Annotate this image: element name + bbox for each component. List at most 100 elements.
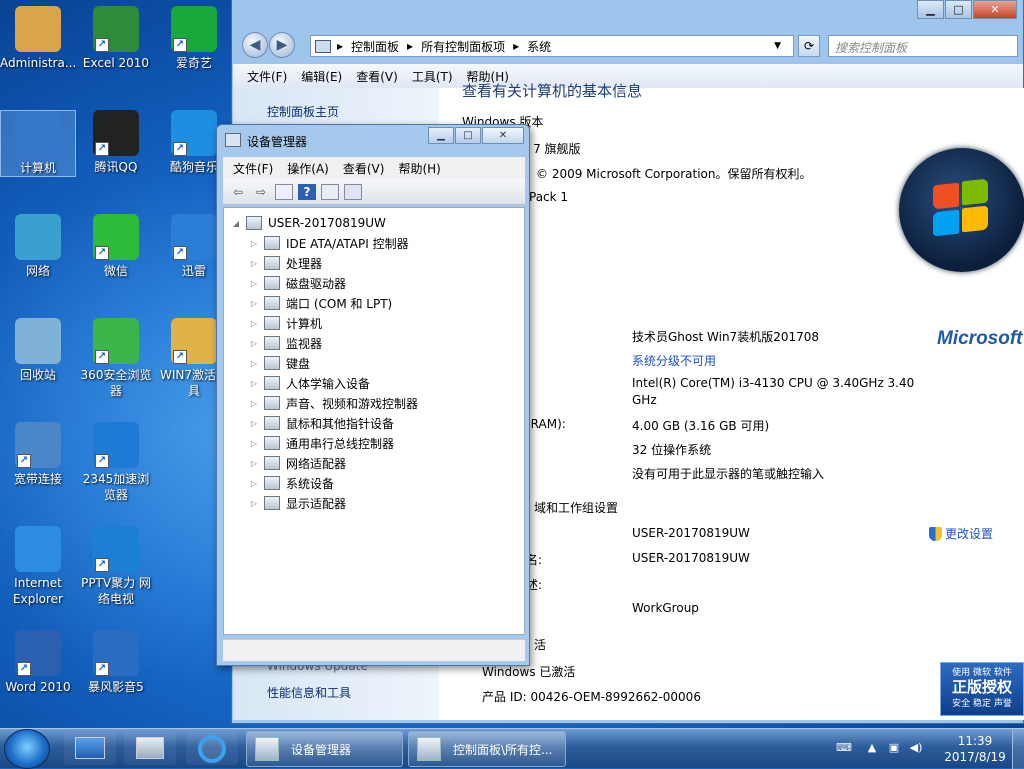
genuine-badge[interactable]: 使用 微软 软件 正版授权 安全 稳定 声誉: [940, 662, 1024, 716]
refresh-button[interactable]: ⟳: [798, 35, 820, 57]
desktop-icon[interactable]: ↗ 暴风影音5: [78, 630, 154, 695]
dm-menu-file[interactable]: 文件(F): [233, 160, 273, 177]
desktop-icon[interactable]: ↗ 微信: [78, 214, 154, 279]
change-settings-link[interactable]: 更改设置: [929, 525, 993, 542]
device-category[interactable]: ▷ 通用串行总线控制器: [248, 433, 394, 453]
expand-arrow-icon[interactable]: ▷: [248, 479, 260, 488]
menu-tools[interactable]: 工具(T): [412, 68, 453, 85]
expand-arrow-icon[interactable]: ▷: [248, 419, 260, 428]
link-performance[interactable]: 性能信息和工具: [267, 684, 351, 701]
volume-icon[interactable]: ◀): [908, 741, 924, 755]
dm-menu-help[interactable]: 帮助(H): [398, 160, 440, 177]
task-control-panel[interactable]: 控制面板\所有控...: [408, 731, 566, 767]
forward-arrow-icon[interactable]: ⇨: [252, 184, 270, 200]
back-button[interactable]: ◀: [242, 32, 268, 58]
show-desktop-button[interactable]: [1012, 729, 1024, 769]
dm-menu-view[interactable]: 查看(V): [343, 160, 385, 177]
maximize-button[interactable]: □: [945, 0, 972, 19]
console-icon[interactable]: [321, 183, 339, 200]
device-category[interactable]: ▷ 监视器: [248, 333, 322, 353]
menu-edit[interactable]: 编辑(E): [301, 68, 342, 85]
dm-menu-action[interactable]: 操作(A): [287, 160, 329, 177]
show-hidden-icon[interactable]: ▲: [864, 741, 880, 755]
dm-maximize-button[interactable]: □: [455, 127, 481, 144]
device-category[interactable]: ▷ 鼠标和其他指针设备: [248, 413, 394, 433]
device-category[interactable]: ▷ 计算机: [248, 313, 322, 333]
expand-arrow-icon[interactable]: ▷: [248, 319, 260, 328]
rating-link[interactable]: 系统分级不可用: [632, 352, 716, 369]
desktop-icon[interactable]: 网络: [0, 214, 76, 279]
desktop-icon[interactable]: Internet Explorer: [0, 526, 76, 607]
start-button[interactable]: [4, 729, 50, 769]
desktop-icon[interactable]: ↗ Excel 2010: [78, 6, 154, 71]
close-button[interactable]: ✕: [973, 0, 1017, 19]
search-input[interactable]: 搜索控制面板: [828, 35, 1018, 57]
pinned-ie-icon[interactable]: [186, 733, 238, 765]
device-category[interactable]: ▷ 磁盘驱动器: [248, 273, 346, 293]
task-device-manager[interactable]: 设备管理器: [246, 731, 403, 767]
device-category[interactable]: ▷ 显示适配器: [248, 493, 346, 513]
device-category[interactable]: ▷ 声音、视频和游戏控制器: [248, 393, 418, 413]
app-icon: [15, 111, 61, 157]
dropdown-icon[interactable]: ▼: [774, 41, 781, 51]
device-category[interactable]: ▷ 端口 (COM 和 LPT): [248, 293, 392, 313]
collapse-arrow-icon[interactable]: ◢: [230, 219, 242, 228]
desktop-icon[interactable]: ↗ 爱奇艺: [156, 6, 232, 71]
taskbar: 设备管理器 控制面板\所有控... ⌨ ▲ ▣ ◀) 11:39 2017/8/…: [0, 728, 1024, 769]
expand-arrow-icon[interactable]: ▷: [248, 359, 260, 368]
network-icon[interactable]: ▣: [886, 741, 902, 755]
address-bar[interactable]: ▸ 控制面板 ▸ 所有控制面板项 ▸ 系统 ▼: [310, 35, 794, 57]
shortcut-arrow-icon: ↗: [17, 454, 31, 468]
expand-arrow-icon[interactable]: ▷: [248, 299, 260, 308]
app-icon: ↗: [93, 422, 139, 468]
scan-hardware-icon[interactable]: [344, 183, 362, 200]
expand-arrow-icon[interactable]: ▷: [248, 459, 260, 468]
expand-arrow-icon[interactable]: ▷: [248, 339, 260, 348]
desktop-icon[interactable]: ↗ Word 2010: [0, 630, 76, 695]
desktop-icon[interactable]: ↗ 宽带连接: [0, 422, 76, 487]
menu-file[interactable]: 文件(F): [247, 68, 287, 85]
expand-arrow-icon[interactable]: ▷: [248, 279, 260, 288]
desktop-icon[interactable]: ↗ 2345加速浏览器: [78, 422, 154, 503]
expand-arrow-icon[interactable]: ▷: [248, 499, 260, 508]
device-category[interactable]: ▷ 键盘: [248, 353, 310, 373]
device-category[interactable]: ▷ IDE ATA/ATAPI 控制器: [248, 233, 409, 253]
desktop-icon[interactable]: 计算机: [0, 110, 76, 177]
expand-arrow-icon[interactable]: ▷: [248, 239, 260, 248]
menu-view[interactable]: 查看(V): [356, 68, 398, 85]
desktop-icon-label: PPTV聚力 网络电视: [81, 576, 151, 606]
device-category[interactable]: ▷ 系统设备: [248, 473, 334, 493]
device-category[interactable]: ▷ 网络适配器: [248, 453, 346, 473]
keyboard-icon[interactable]: ⌨: [836, 741, 852, 755]
desktop-icon[interactable]: 回收站: [0, 318, 76, 383]
breadcrumb-all-items[interactable]: 所有控制面板项: [421, 38, 505, 55]
forward-button[interactable]: ▶: [269, 32, 295, 58]
desktop-icon[interactable]: ↗ PPTV聚力 网络电视: [78, 526, 154, 607]
minimize-button[interactable]: ▁: [917, 0, 944, 19]
expand-arrow-icon[interactable]: ▷: [248, 379, 260, 388]
device-icon: [264, 496, 280, 510]
device-category[interactable]: ▷ 人体学输入设备: [248, 373, 370, 393]
shortcut-arrow-icon: ↗: [173, 142, 187, 156]
dm-close-button[interactable]: ✕: [482, 127, 524, 144]
expand-arrow-icon[interactable]: ▷: [248, 439, 260, 448]
desktop-icon[interactable]: ↗ 腾讯QQ: [78, 110, 154, 175]
expand-arrow-icon[interactable]: ▷: [248, 259, 260, 268]
dm-minimize-button[interactable]: ▁: [428, 127, 454, 144]
properties-icon[interactable]: [275, 183, 293, 200]
help-icon[interactable]: ?: [298, 183, 316, 200]
desktop-icon[interactable]: Administra...: [0, 6, 76, 71]
pinned-task-manager-icon[interactable]: [124, 733, 176, 765]
task-control-panel-label: 控制面板\所有控...: [453, 742, 553, 757]
app-icon: [15, 6, 61, 52]
device-category[interactable]: ▷ 处理器: [248, 253, 322, 273]
back-arrow-icon[interactable]: ⇦: [229, 184, 247, 200]
pinned-computer-icon[interactable]: [64, 733, 116, 765]
link-control-panel-home[interactable]: 控制面板主页: [267, 103, 339, 120]
desktop-icon[interactable]: ↗ 360安全浏览器: [78, 318, 154, 399]
breadcrumb-control-panel[interactable]: 控制面板: [351, 38, 399, 55]
expand-arrow-icon[interactable]: ▷: [248, 399, 260, 408]
clock[interactable]: 11:39 2017/8/19: [940, 733, 1010, 765]
tree-root[interactable]: ◢ USER-20170819UW: [230, 213, 386, 233]
breadcrumb-system[interactable]: 系统: [527, 38, 551, 55]
